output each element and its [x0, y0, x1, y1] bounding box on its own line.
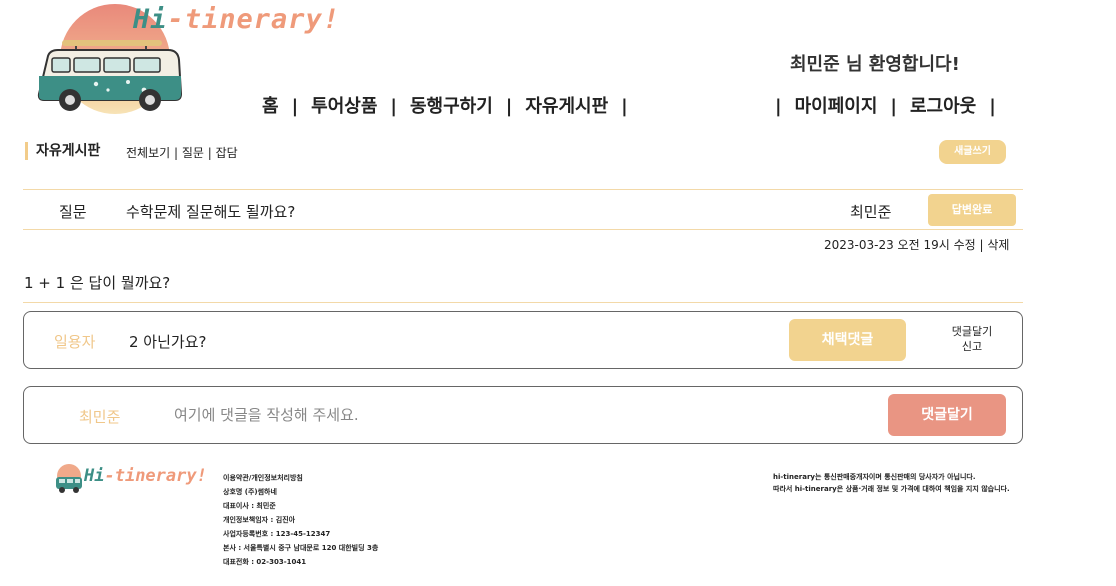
nav-separator: |	[505, 96, 513, 117]
divider	[23, 302, 1023, 303]
welcome-message: 최민준 님 환영합니다!	[790, 54, 960, 75]
footer-company-info: 이용약관/개인정보처리방침 상호명 (주)썸하네 대표이사 : 최민준 개인정보…	[223, 471, 378, 569]
answered-status-button[interactable]: 답변완료	[928, 194, 1016, 226]
post-header-row: 질문 수학문제 질문해도 될까요? 최민준 답변완료	[23, 189, 1023, 230]
comment-card: 일용자 2 아닌가요? 채택댓글 댓글달기 신고	[23, 311, 1023, 369]
nav-free-board[interactable]: 자유게시판	[525, 92, 608, 118]
footer-info-line: 대표전화 : 02-303-1041	[223, 558, 307, 566]
submit-reply-button[interactable]: 댓글달기	[888, 394, 1006, 436]
board-filter[interactable]: 전체보기 | 질문 | 잡담	[126, 144, 238, 161]
post-body: 1 + 1 은 답이 뭘까요?	[24, 274, 171, 292]
user-nav: | 마이페이지 | 로그아웃 |	[762, 92, 1009, 118]
reply-author: 최민준	[79, 408, 121, 426]
footer-notice: hi-tinerary는 통신판매중개자이며 통신판매의 당사자가 아닙니다. …	[773, 471, 1010, 495]
nav-mypage[interactable]: 마이페이지	[795, 92, 878, 118]
comment-actions: 댓글달기 신고	[939, 324, 1005, 354]
nav-separator: |	[291, 96, 299, 117]
comment-reply-link[interactable]: 댓글달기	[939, 324, 1005, 339]
footer-notice-line: 따라서 hi-tinerary은 상품·거래 정보 및 가격에 대하여 책임을 …	[773, 485, 1010, 493]
comment-report-link[interactable]: 신고	[939, 339, 1005, 354]
post-title: 수학문제 질문해도 될까요?	[126, 203, 296, 221]
nav-home[interactable]: 홈	[262, 92, 279, 118]
new-post-button[interactable]: 새글쓰기	[939, 140, 1006, 164]
comment-author: 일용자	[54, 333, 96, 351]
footer-info-line: 사업자등록번호 : 123-45-12347	[223, 530, 331, 538]
main-nav: 홈 | 투어상품 | 동행구하기 | 자유게시판 |	[262, 92, 641, 118]
reply-input[interactable]	[174, 399, 864, 431]
post-author: 최민준	[850, 203, 892, 221]
nav-separator: |	[989, 96, 996, 117]
post-category: 질문	[59, 203, 87, 221]
nav-separator: |	[775, 96, 782, 117]
logo-text: Hi-tinerary!	[133, 4, 341, 35]
footer-info-line: 본사 : 서울특별시 중구 남대문로 120 대한빌딩 3층	[223, 544, 379, 552]
nav-find-companion[interactable]: 동행구하기	[410, 92, 493, 118]
nav-tour-products[interactable]: 투어상품	[311, 92, 377, 118]
reply-form: 최민준 댓글달기	[23, 386, 1023, 444]
footer-terms-link[interactable]: 이용약관/개인정보처리방침	[223, 471, 378, 485]
footer-info-line: 상호명 (주)썸하네	[223, 488, 277, 496]
select-comment-button[interactable]: 채택댓글	[789, 319, 906, 361]
footer-notice-line: hi-tinerary는 통신판매중개자이며 통신판매의 당사자가 아닙니다.	[773, 473, 976, 481]
board-title: 자유게시판	[25, 142, 100, 160]
nav-separator: |	[621, 96, 628, 117]
footer-logo-icon	[56, 464, 82, 493]
camper-van-icon	[37, 40, 182, 111]
nav-separator: |	[390, 96, 397, 117]
footer-logo-text[interactable]: Hi-tinerary!	[84, 466, 207, 486]
footer-info-line: 개인정보책임자 : 김진아	[223, 516, 296, 524]
nav-logout[interactable]: 로그아웃	[910, 92, 976, 118]
post-meta[interactable]: 2023-03-23 오전 19시 수정 | 삭제	[824, 236, 1009, 253]
comment-text: 2 아닌가요?	[129, 333, 207, 351]
nav-separator: |	[890, 96, 897, 117]
footer-info-line: 대표이사 : 최민준	[223, 502, 276, 510]
